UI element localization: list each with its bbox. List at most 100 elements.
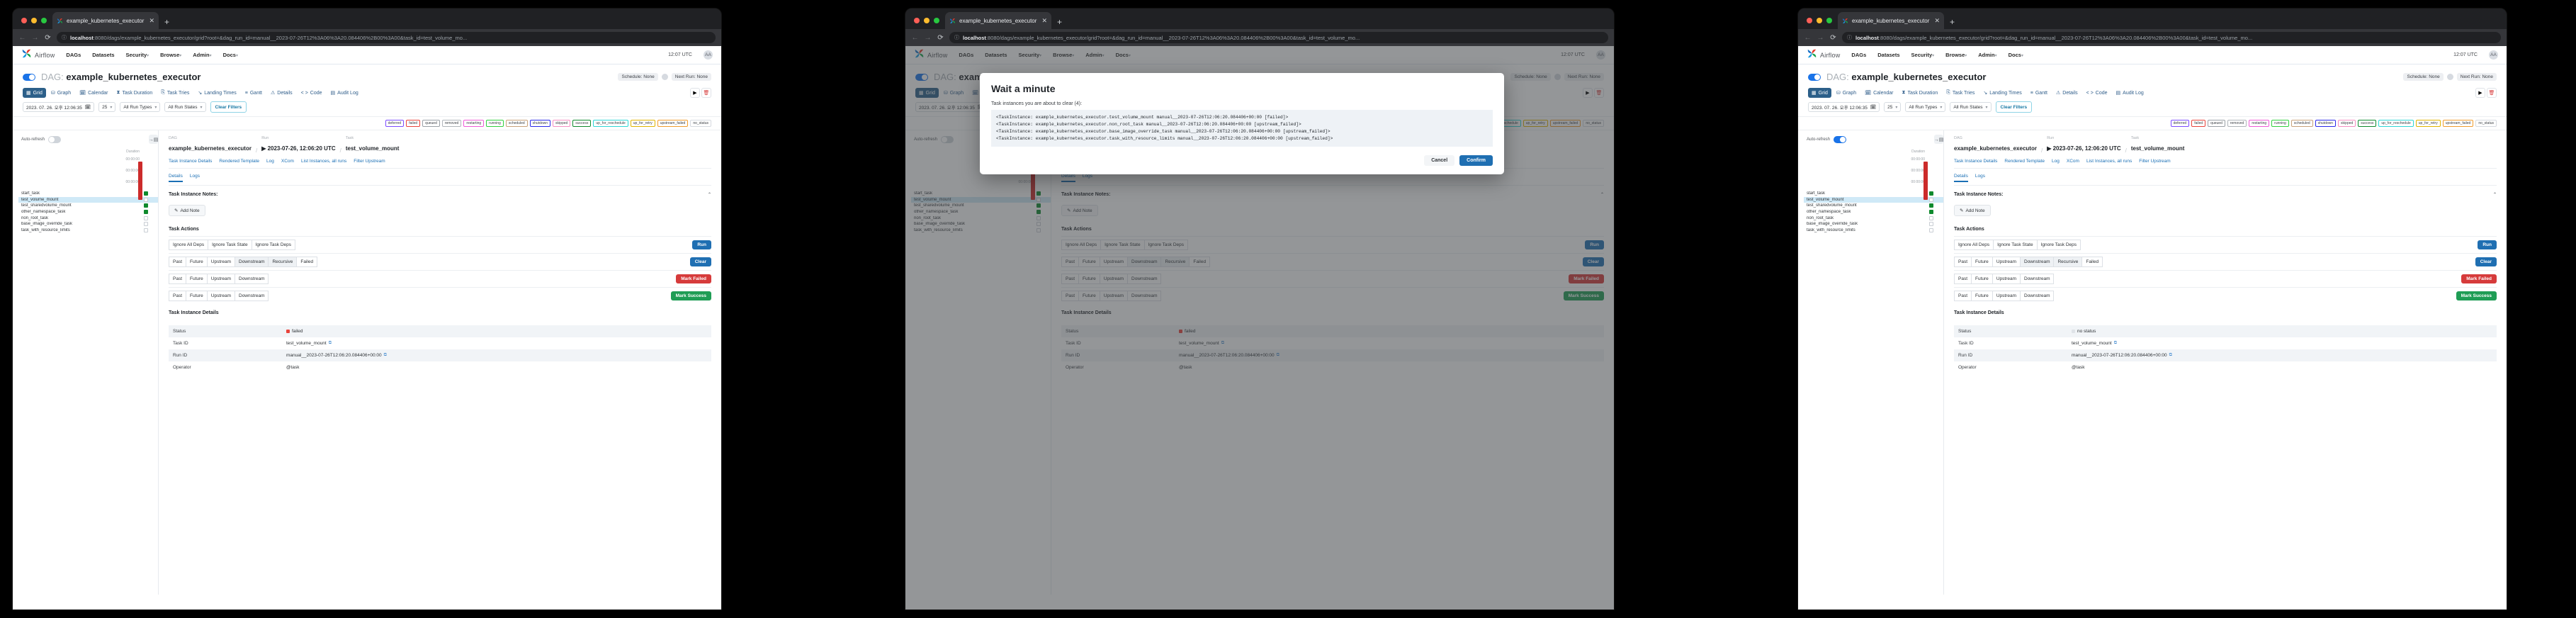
window-controls[interactable] [1804, 18, 1838, 29]
option-upstream[interactable]: Upstream [206, 291, 235, 301]
tab-gantt[interactable]: ≡Gantt [242, 89, 266, 98]
nav-item-datasets[interactable]: Datasets [92, 52, 114, 58]
link-filter-upstream[interactable]: Filter Upstream [354, 159, 385, 164]
run-button[interactable]: Run [692, 240, 711, 249]
collapse-grid-button[interactable]: →▤ [1934, 135, 1943, 144]
auto-refresh-toggle[interactable] [1834, 135, 1847, 143]
minimize-window-button[interactable] [924, 18, 930, 23]
tab-grid[interactable]: ▦Grid [1808, 88, 1831, 98]
option-past[interactable]: Past [1954, 274, 1972, 284]
forward-button[interactable]: → [1817, 34, 1824, 42]
legend-item-removed[interactable]: removed [441, 120, 462, 127]
new-tab-button[interactable]: + [1944, 17, 1960, 29]
delete-dag-button[interactable]: 🗑 [2487, 88, 2497, 98]
link-task-instance-details[interactable]: Task Instance Details [169, 159, 212, 164]
maximize-window-button[interactable] [1826, 18, 1832, 23]
legend-item-upstream_failed[interactable]: upstream_failed [2442, 120, 2474, 127]
run-state-select[interactable]: All Run States▾ [1950, 102, 1992, 112]
option-downstream[interactable]: Downstream [235, 257, 269, 267]
option-ignore-all-deps[interactable]: Ignore All Deps [169, 240, 208, 250]
tab-task-tries[interactable]: ⎘Task Tries [1943, 88, 1978, 98]
option-past[interactable]: Past [169, 274, 186, 284]
task-row[interactable]: test_sharedvolume_mount [18, 203, 158, 209]
browser-tab[interactable]: example_kubernetes_executor ✕ [945, 12, 1051, 29]
clear-filters-button[interactable]: Clear Filters [210, 101, 247, 113]
legend-item-shutdown[interactable]: shutdown [529, 120, 551, 127]
option-future[interactable]: Future [186, 274, 207, 284]
tab-details[interactable]: ⚠Details [2052, 88, 2081, 98]
nav-item-dags[interactable]: DAGs [1851, 52, 1866, 58]
reload-button[interactable]: ⟳ [44, 34, 52, 42]
tab-grid[interactable]: ▦Grid [23, 88, 46, 98]
legend-item-deferred[interactable]: deferred [2170, 120, 2190, 127]
option-future[interactable]: Future [1971, 291, 1992, 301]
task-row[interactable]: base_image_override_task [18, 221, 158, 227]
tab-calendar[interactable]: 🗓Calendar [76, 88, 111, 98]
legend-item-queued[interactable]: queued [422, 120, 440, 127]
back-button[interactable]: ← [1804, 34, 1812, 42]
confirm-button[interactable]: Confirm [1459, 155, 1493, 166]
tab-audit-log[interactable]: ▤Audit Log [2113, 88, 2147, 98]
link-rendered-template[interactable]: Rendered Template [2004, 159, 2045, 164]
add-note-button[interactable]: ✎Add Note [169, 205, 205, 216]
option-ignore-task-state[interactable]: Ignore Task State [208, 240, 252, 250]
legend-item-failed[interactable]: failed [2191, 120, 2206, 127]
legend-item-no_status[interactable]: no_status [2475, 120, 2497, 127]
tab-gantt[interactable]: ≡Gantt [2027, 89, 2051, 98]
window-controls[interactable] [18, 18, 52, 29]
task-row[interactable]: other_namespace_task [18, 209, 158, 215]
back-button[interactable]: ← [18, 34, 26, 42]
airflow-brand[interactable]: Airflow [21, 48, 55, 62]
tab-audit-log[interactable]: ▤Audit Log [327, 88, 362, 98]
nav-item-datasets[interactable]: Datasets [1877, 52, 1899, 58]
copy-icon[interactable]: ⧉ [384, 353, 387, 358]
option-ignore-task-state[interactable]: Ignore Task State [1993, 240, 2037, 250]
option-recursive[interactable]: Recursive [268, 257, 297, 267]
clear-filters-button[interactable]: Clear Filters [1995, 101, 2033, 113]
nav-item-security[interactable]: Security▾ [1911, 52, 1935, 58]
avatar[interactable]: AA [2489, 50, 2498, 60]
nav-item-security[interactable]: Security▾ [126, 52, 149, 58]
forward-button[interactable]: → [924, 34, 932, 42]
collapse-caret-icon[interactable]: ⌃ [2493, 192, 2497, 197]
trigger-dag-button[interactable]: ▶ [2475, 88, 2485, 98]
mark-failed-button[interactable]: Mark Failed [676, 274, 711, 283]
nav-item-browse[interactable]: Browse▾ [160, 52, 181, 58]
option-downstream[interactable]: Downstream [2020, 274, 2055, 284]
clear-button[interactable]: Clear [2475, 257, 2497, 266]
legend-item-skipped[interactable]: skipped [553, 120, 571, 127]
dag-pause-toggle[interactable] [23, 73, 35, 81]
legend-item-success[interactable]: success [572, 120, 592, 127]
cancel-button[interactable]: Cancel [1424, 155, 1455, 166]
close-window-button[interactable] [914, 18, 920, 23]
address-bar[interactable]: ⓘ localhost:8080/dags/example_kubernetes_… [949, 32, 1608, 43]
option-downstream[interactable]: Downstream [235, 274, 269, 284]
maximize-window-button[interactable] [41, 18, 47, 23]
window-controls[interactable] [911, 18, 945, 29]
link-log[interactable]: Log [2052, 159, 2060, 164]
option-ignore-all-deps[interactable]: Ignore All Deps [1954, 240, 1994, 250]
tab-task-duration[interactable]: ⧗Task Duration [1899, 88, 1942, 98]
run-type-select[interactable]: All Run Types▾ [120, 102, 161, 112]
option-upstream[interactable]: Upstream [206, 274, 235, 284]
legend-item-restarting[interactable]: restarting [2249, 120, 2270, 127]
tab-details[interactable]: ⚠Details [267, 88, 296, 98]
task-row[interactable]: non_root_task [18, 215, 158, 221]
task-row[interactable]: task_with_resource_limits [1804, 227, 1943, 234]
clear-button[interactable]: Clear [689, 257, 711, 266]
task-row[interactable]: test_volume_mount [1804, 196, 1943, 203]
collapse-grid-button[interactable]: →▤ [149, 135, 158, 144]
option-upstream[interactable]: Upstream [1992, 274, 2020, 284]
legend-item-shutdown[interactable]: shutdown [2315, 120, 2337, 127]
legend-item-up_for_reschedule[interactable]: up_for_reschedule [593, 120, 628, 127]
legend-item-failed[interactable]: failed [406, 120, 421, 127]
nav-item-docs[interactable]: Docs▾ [223, 52, 238, 58]
site-info-icon[interactable]: ⓘ [62, 34, 67, 41]
maximize-window-button[interactable] [934, 18, 939, 23]
browser-tab[interactable]: example_kubernetes_executor ✕ [1838, 12, 1944, 29]
legend-item-skipped[interactable]: skipped [2338, 120, 2356, 127]
nav-item-docs[interactable]: Docs▾ [2009, 52, 2023, 58]
new-tab-button[interactable]: + [1051, 17, 1068, 29]
reload-button[interactable]: ⟳ [1829, 34, 1837, 42]
option-future[interactable]: Future [186, 257, 207, 267]
